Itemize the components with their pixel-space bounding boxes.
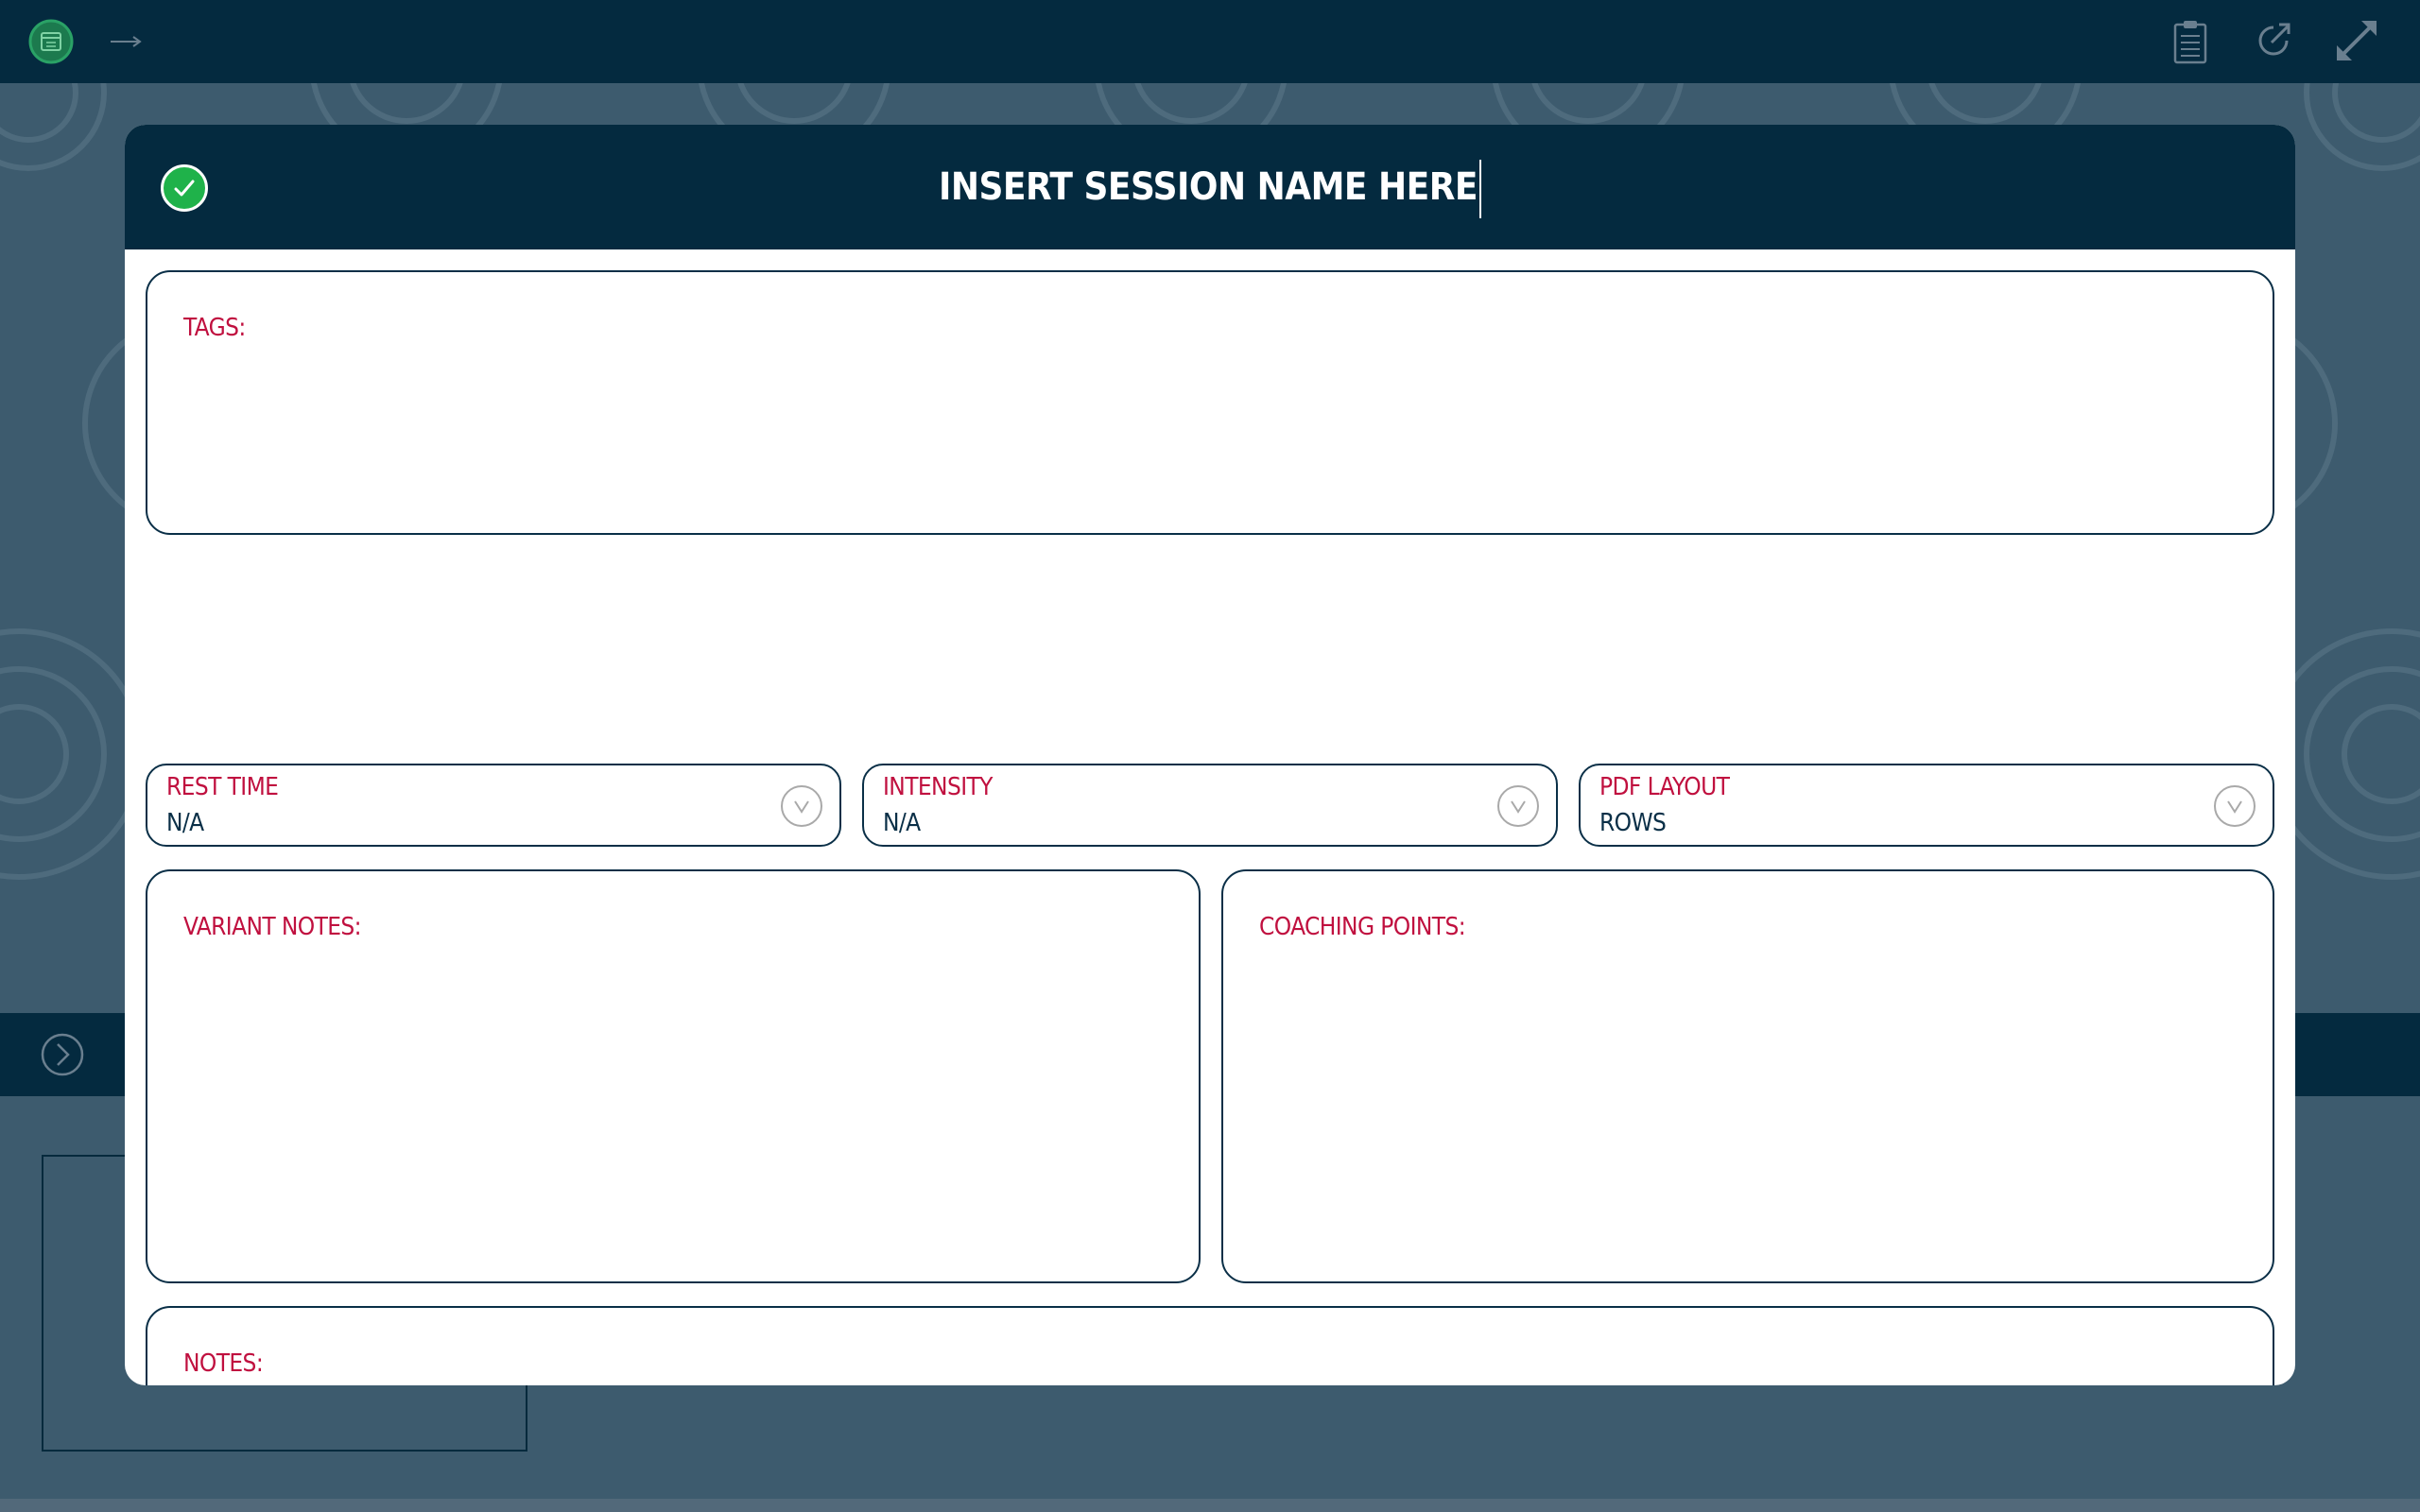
- chevron-right-circle-icon[interactable]: [38, 1030, 87, 1079]
- notes-field[interactable]: NOTES:: [146, 1306, 2274, 1385]
- chevron-down-icon[interactable]: [781, 785, 822, 827]
- pdf-layout-select[interactable]: PDF LAYOUT ROWS: [1579, 764, 2274, 847]
- session-name-text: INSERT SESSION NAME HERE: [938, 165, 1478, 209]
- background-footer-strip: [0, 1499, 2420, 1512]
- calendar-icon[interactable]: [26, 19, 76, 64]
- chevron-down-icon[interactable]: [1497, 785, 1539, 827]
- variant-notes-field[interactable]: VARIANT NOTES:: [146, 869, 1201, 1283]
- top-toolbar: [0, 0, 2420, 83]
- tags-field[interactable]: TAGS:: [146, 270, 2274, 535]
- arrow-right-icon[interactable]: [104, 25, 147, 59]
- rest-time-value: N/A: [166, 809, 204, 837]
- text-caret: [1479, 160, 1482, 218]
- intensity-label: INTENSITY: [883, 773, 993, 801]
- clipboard-icon[interactable]: [2169, 15, 2212, 68]
- pdf-layout-value: ROWS: [1599, 809, 1667, 837]
- coaching-points-label: COACHING POINTS:: [1259, 913, 1466, 941]
- notes-label: NOTES:: [183, 1349, 264, 1378]
- share-icon[interactable]: [2250, 17, 2297, 64]
- coaching-points-field[interactable]: COACHING POINTS:: [1221, 869, 2274, 1283]
- intensity-value: N/A: [883, 809, 921, 837]
- modal-header: INSERT SESSION NAME HERE: [125, 125, 2295, 249]
- chevron-down-icon[interactable]: [2214, 785, 2256, 827]
- session-name-input[interactable]: INSERT SESSION NAME HERE: [125, 159, 2295, 218]
- pdf-layout-label: PDF LAYOUT: [1599, 773, 1730, 801]
- rest-time-select[interactable]: REST TIME N/A: [146, 764, 841, 847]
- session-editor-modal: INSERT SESSION NAME HERE TAGS: REST TIME…: [125, 125, 2295, 1385]
- rest-time-label: REST TIME: [166, 773, 279, 801]
- expand-icon[interactable]: [2331, 15, 2382, 66]
- variant-notes-label: VARIANT NOTES:: [183, 913, 362, 941]
- intensity-select[interactable]: INTENSITY N/A: [862, 764, 1558, 847]
- tags-label: TAGS:: [183, 314, 246, 342]
